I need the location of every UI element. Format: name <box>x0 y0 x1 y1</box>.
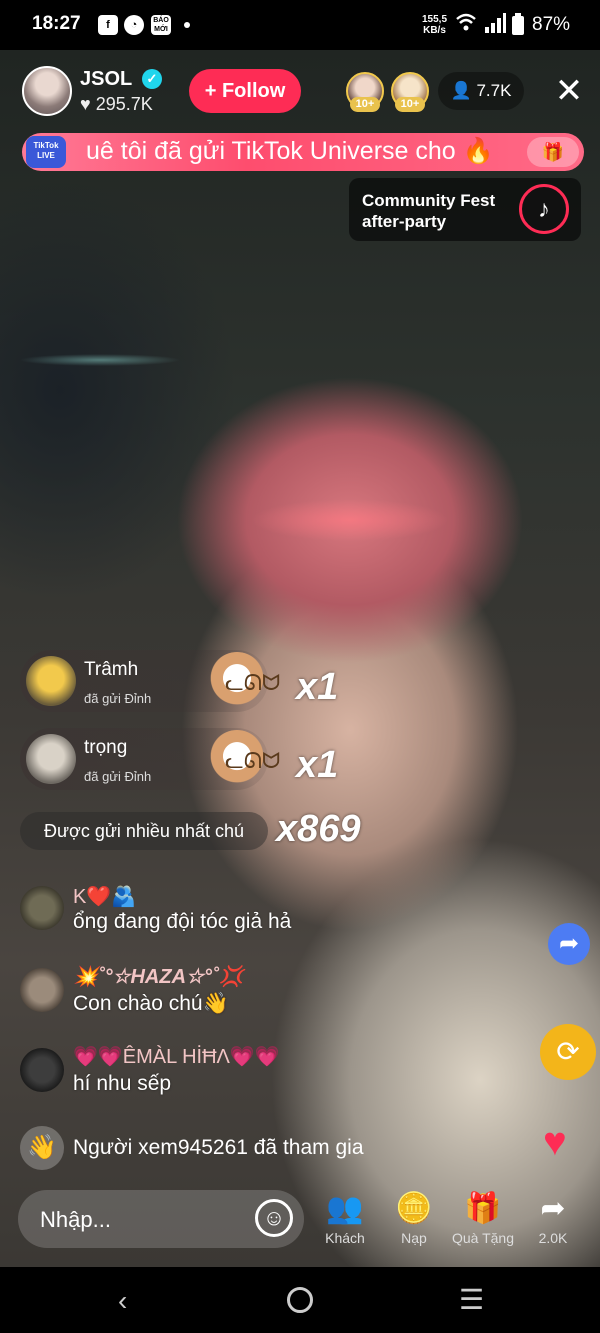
top-viewer-badge: 10+ <box>350 97 380 112</box>
verified-icon: ✓ <box>142 69 162 89</box>
heart-icon: ♥ <box>80 94 91 114</box>
back-icon[interactable]: ‹ <box>118 1285 127 1317</box>
community-fest-card[interactable]: Community Fest after-party ♪ <box>349 178 581 241</box>
person-icon: 👤 <box>450 81 472 100</box>
host-avatar[interactable] <box>22 66 72 116</box>
gift-label: Quà Tặng <box>451 1230 514 1246</box>
notification-dot <box>184 22 190 28</box>
chat-message: ổng đang đội tóc giả hả <box>73 910 292 933</box>
community-fest-line1: Community Fest <box>362 191 496 210</box>
wave-icon: 👋 <box>20 1126 64 1170</box>
gift-combo-count: x1 <box>296 666 339 708</box>
home-icon[interactable] <box>287 1287 313 1313</box>
community-fest-title: Community Fest after-party <box>362 190 495 232</box>
most-sent-gift-count: x869 <box>276 808 361 850</box>
gift-notification[interactable]: Trâmh đã gửi Đỉnh ᓚᘏᗢ <box>20 650 280 712</box>
gift-announcement-banner[interactable]: TikTok LIVE uê tôi đã gửi TikTok Univers… <box>22 133 584 171</box>
gifter-avatar <box>26 656 76 706</box>
emoji-icon[interactable]: ☺ <box>255 1199 293 1237</box>
host-likes-count: 295.7K <box>95 94 153 114</box>
gift-description: đã gửi Đỉnh <box>84 769 152 784</box>
like-heart-icon[interactable]: ♥ <box>543 1120 567 1165</box>
network-speed: 155,5 KB/s <box>422 14 447 36</box>
facebook-icon: f <box>98 15 118 35</box>
status-time: 18:27 <box>32 13 81 34</box>
comment-input[interactable] <box>38 1204 262 1236</box>
cat-face: ᓚᘏᗢ <box>225 748 281 773</box>
recharge-button[interactable]: 🪙 Nạp <box>379 1192 449 1252</box>
guests-label: Khách <box>325 1230 365 1246</box>
gift-icon[interactable]: 🎁 <box>527 137 579 167</box>
share-icon: ➦ <box>540 1192 566 1225</box>
battery-percent: 87% <box>532 14 571 35</box>
viewer-count[interactable]: 👤 7.7K <box>438 72 524 110</box>
gift-box-icon: 🎁 <box>464 1192 502 1225</box>
network-speed-unit: KB/s <box>423 25 446 36</box>
status-bar: 18:27 f ◔ BÁO MỚI 155,5 KB/s 87% <box>0 0 600 50</box>
chat-username[interactable]: K❤️🫂 <box>73 884 136 909</box>
gifter-name: trọng <box>84 737 128 758</box>
host-name[interactable]: JSOL <box>80 68 132 91</box>
battery-icon <box>512 13 524 40</box>
community-fest-line2: after-party <box>362 212 447 231</box>
tiktok-logo-icon: ♪ <box>519 184 569 234</box>
gift-button[interactable]: 🎁 Quà Tặng <box>448 1192 518 1252</box>
recharge-label: Nạp <box>401 1230 427 1246</box>
viewer-count-value: 7.7K <box>476 81 512 100</box>
repost-icon[interactable]: ⟳ <box>540 1024 596 1080</box>
app-icon: ◔ <box>124 15 144 35</box>
join-message: Người xem945261 đã tham gia <box>73 1136 364 1159</box>
follow-label: Follow <box>221 80 286 102</box>
gift-notification[interactable]: trọng đã gửi Đỉnh ᓚᘏᗢ <box>20 728 280 790</box>
guests-icon: 👥 <box>326 1192 364 1225</box>
host-likes: ♥ 295.7K <box>80 94 153 115</box>
top-viewer-badge: 10+ <box>395 97 425 112</box>
wifi-icon <box>455 11 477 39</box>
background-lights <box>10 340 190 380</box>
share-button[interactable]: ➦ 2.0K <box>518 1192 588 1252</box>
gift-combo-count: x1 <box>296 744 339 786</box>
gift-description: đã gửi Đỉnh <box>84 691 152 706</box>
chat-username[interactable]: 💥˚°☆HAZA☆°˚💢 <box>73 964 244 989</box>
plus-icon: + <box>204 80 217 102</box>
recent-apps-icon[interactable]: ☰ <box>459 1283 484 1316</box>
chat-avatar[interactable] <box>20 886 64 930</box>
banner-text: uê tôi đã gửi TikTok Universe cho 🔥 <box>86 137 494 165</box>
baomoi-icon: BÁO MỚI <box>151 15 171 35</box>
close-button[interactable]: ✕ <box>553 74 585 108</box>
guests-button[interactable]: 👥 Khách <box>310 1192 380 1252</box>
follow-button[interactable]: + Follow <box>189 69 301 113</box>
share-count: 2.0K <box>538 1230 568 1246</box>
most-sent-gift-pill: Được gửi nhiều nhất chú <box>20 812 268 850</box>
chat-avatar[interactable] <box>20 1048 64 1092</box>
chat-message: Con chào chú👋 <box>73 992 229 1015</box>
chat-message: hí nhu sếp <box>73 1072 172 1095</box>
share-arrow-icon[interactable]: ➦ <box>548 923 590 965</box>
network-speed-value: 155,5 <box>422 14 448 25</box>
signal-icon <box>484 13 506 38</box>
chat-username[interactable]: 💗💗ÊΜÀL ΗİĦΛ💗💗 <box>73 1044 280 1069</box>
gifter-name: Trâmh <box>84 659 139 680</box>
cat-face: ᓚᘏᗢ <box>225 670 281 695</box>
recharge-icon: 🪙 <box>395 1192 433 1225</box>
chat-avatar[interactable] <box>20 968 64 1012</box>
gifter-avatar <box>26 734 76 784</box>
tiktok-live-logo: TikTok LIVE <box>26 136 66 168</box>
